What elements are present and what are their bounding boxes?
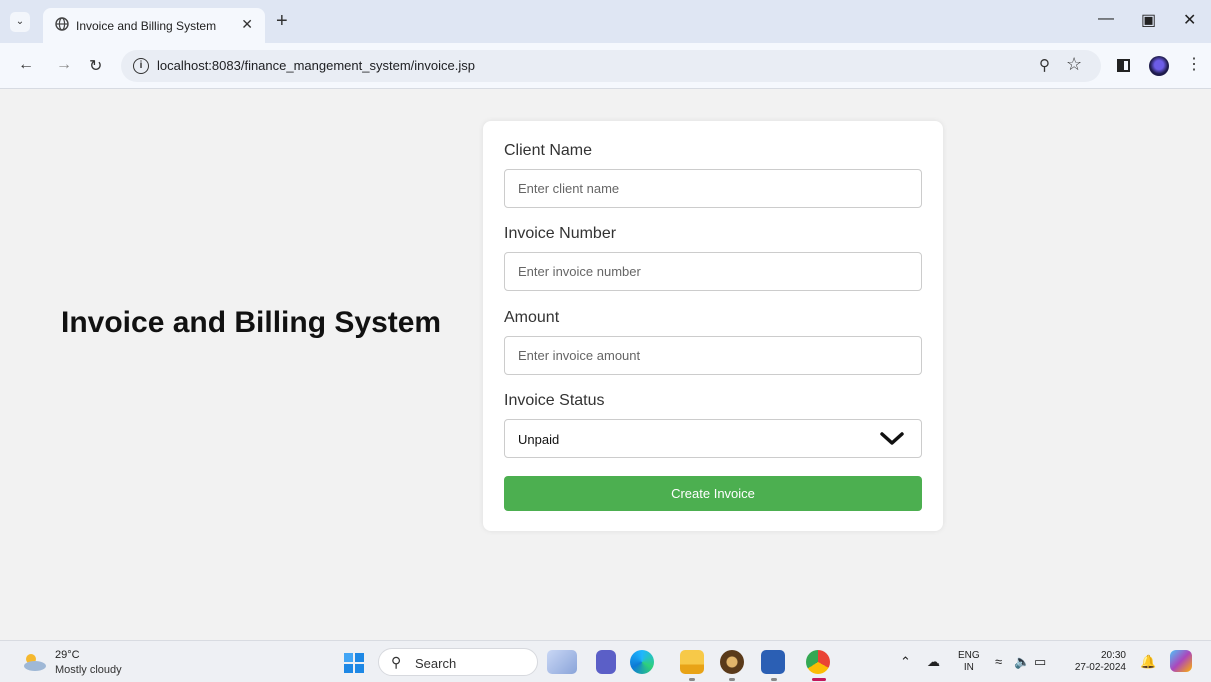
amount-label: Amount [504, 309, 560, 326]
battery-icon[interactable]: ▭ [1034, 654, 1046, 670]
notification-bell-icon[interactable]: 🔔 [1140, 654, 1156, 670]
file-explorer-icon[interactable] [680, 650, 704, 674]
menu-kebab-icon[interactable]: ⋮ [1186, 54, 1202, 74]
weather-description: Mostly cloudy [55, 664, 122, 676]
tab-search-chevron-icon[interactable]: ⌄ [10, 12, 30, 32]
widgets-app-icon[interactable] [547, 650, 577, 674]
site-info-icon[interactable]: i [133, 58, 149, 74]
new-tab-icon[interactable]: + [276, 10, 288, 33]
taskbar-search[interactable]: ⚲ Search [378, 648, 538, 676]
language-indicator[interactable]: ENG IN [958, 650, 980, 674]
chrome-icon[interactable] [806, 650, 830, 674]
page-title: Invoice and Billing System [61, 306, 442, 339]
clock-date: 27-02-2024 [1074, 662, 1126, 673]
side-panel-icon[interactable] [1117, 59, 1130, 72]
zoom-icon[interactable]: ⚲ [1039, 56, 1050, 74]
browser-tab-strip: ⌄ Invoice and Billing System ✕ + — ▣ ✕ [0, 0, 1211, 43]
cloud-tray-icon[interactable]: ☁ [927, 654, 940, 670]
region-code: IN [963, 662, 974, 673]
invoice-form-card: Client Name Invoice Number Amount Invoic… [483, 121, 943, 531]
bookmark-star-icon[interactable]: ☆ [1066, 54, 1082, 75]
word-icon[interactable] [761, 650, 785, 674]
invoice-status-value: Unpaid [518, 432, 560, 447]
copilot-icon[interactable] [1170, 650, 1192, 672]
taskbar-search-label: Search [415, 656, 457, 671]
search-icon: ⚲ [391, 654, 402, 670]
cloud-sun-icon[interactable] [20, 650, 48, 674]
profile-avatar-icon[interactable] [1149, 56, 1169, 76]
app-emblem-icon[interactable] [720, 650, 744, 674]
back-icon[interactable]: ← [18, 56, 34, 74]
teams-icon[interactable] [596, 650, 616, 674]
browser-tab[interactable]: Invoice and Billing System ✕ [43, 8, 265, 43]
url-text: localhost:8083/finance_mangement_system/… [157, 58, 475, 73]
chevron-down-icon [880, 432, 904, 445]
edge-icon[interactable] [630, 650, 654, 674]
tab-title: Invoice and Billing System [76, 19, 217, 33]
address-bar[interactable]: i localhost:8083/finance_mangement_syste… [121, 50, 1101, 82]
invoice-status-select[interactable]: Unpaid [504, 419, 922, 458]
wifi-icon[interactable]: ≈ [995, 654, 1002, 669]
create-invoice-button[interactable]: Create Invoice [504, 476, 922, 511]
language-code: ENG [958, 650, 980, 661]
client-name-input[interactable] [504, 169, 922, 208]
close-window-icon[interactable]: ✕ [1183, 10, 1196, 30]
browser-toolbar: ← → ↻ i localhost:8083/finance_mangement… [0, 43, 1211, 89]
windows-start-icon[interactable] [344, 653, 364, 673]
chevron-up-icon[interactable]: ⌃ [900, 654, 911, 670]
amount-input[interactable] [504, 336, 922, 375]
client-name-label: Client Name [504, 142, 593, 159]
invoice-number-input[interactable] [504, 252, 922, 291]
clock[interactable]: 20:30 27-02-2024 [1074, 650, 1126, 674]
forward-icon[interactable]: → [56, 56, 72, 74]
taskbar: 29°C Mostly cloudy ⚲ Search ⌃ ☁ ENG IN ≈… [0, 640, 1211, 682]
invoice-number-label: Invoice Number [504, 225, 617, 242]
restore-icon[interactable]: ▣ [1141, 10, 1156, 30]
globe-icon [55, 17, 69, 31]
minimize-icon[interactable]: — [1098, 10, 1114, 28]
clock-time: 20:30 [1100, 650, 1126, 661]
temperature: 29°C [55, 649, 80, 661]
invoice-status-label: Invoice Status [504, 392, 605, 409]
close-tab-icon[interactable]: ✕ [241, 16, 253, 33]
reload-icon[interactable]: ↻ [89, 56, 102, 76]
volume-icon[interactable]: 🔈 [1014, 654, 1030, 670]
